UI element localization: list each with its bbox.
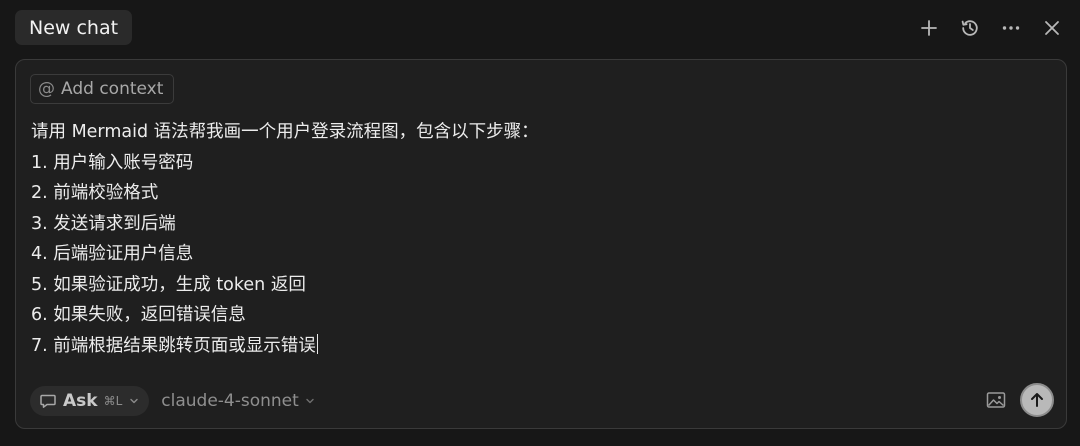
composer-actions xyxy=(984,383,1054,417)
model-label: claude-4-sonnet xyxy=(161,391,299,411)
at-icon: @ xyxy=(38,79,55,99)
more-icon xyxy=(1002,26,1020,30)
chat-header: New chat xyxy=(0,0,1080,56)
prompt-line: 1. 用户输入账号密码 xyxy=(31,152,194,173)
prompt-last-line: 7. 前端根据结果跳转页面或显示错误 xyxy=(31,331,1041,362)
image-icon xyxy=(986,392,1006,408)
mode-label: Ask xyxy=(63,391,98,411)
composer-controls: Ask ⌘L claude-4-sonnet xyxy=(30,386,316,416)
close-button[interactable] xyxy=(1036,12,1068,44)
prompt-line: 5. 如果验证成功，生成 token 返回 xyxy=(31,274,306,295)
attach-image-button[interactable] xyxy=(984,388,1008,412)
chevron-down-icon xyxy=(306,398,314,404)
tab-new-chat[interactable]: New chat xyxy=(15,10,133,45)
plus-icon xyxy=(921,20,937,36)
arrow-up-icon xyxy=(1031,393,1043,407)
chevron-down-icon xyxy=(130,398,138,404)
add-context-label: Add context xyxy=(61,79,164,99)
header-actions xyxy=(913,12,1068,44)
chat-composer: @ Add context 请用 Mermaid 语法帮我画一个用户登录流程图，… xyxy=(15,59,1067,429)
chat-bubble-icon xyxy=(40,394,56,408)
prompt-line: 7. 前端根据结果跳转页面或显示错误 xyxy=(31,335,316,356)
model-selector[interactable]: claude-4-sonnet xyxy=(161,391,316,411)
text-caret xyxy=(316,333,319,354)
prompt-input[interactable]: 请用 Mermaid 语法帮我画一个用户登录流程图，包含以下步骤： 1. 用户输… xyxy=(31,117,1041,361)
prompt-line: 2. 前端校验格式 xyxy=(31,183,159,203)
prompt-line: 请用 Mermaid 语法帮我画一个用户登录流程图，包含以下步骤： xyxy=(31,122,539,142)
new-chat-button[interactable] xyxy=(913,12,945,44)
history-icon xyxy=(961,20,978,36)
prompt-line: 4. 后端验证用户信息 xyxy=(31,244,194,264)
mode-shortcut: ⌘L xyxy=(103,394,123,408)
close-icon xyxy=(1045,21,1059,35)
history-button[interactable] xyxy=(954,12,986,44)
mode-selector[interactable]: Ask ⌘L xyxy=(30,386,150,416)
prompt-line: 6. 如果失败，返回错误信息 xyxy=(31,305,246,325)
tab-title: New chat xyxy=(29,16,119,39)
send-button[interactable] xyxy=(1020,383,1054,417)
add-context-button[interactable]: @ Add context xyxy=(30,74,175,104)
prompt-line: 3. 发送请求到后端 xyxy=(31,213,176,234)
more-button[interactable] xyxy=(995,12,1027,44)
